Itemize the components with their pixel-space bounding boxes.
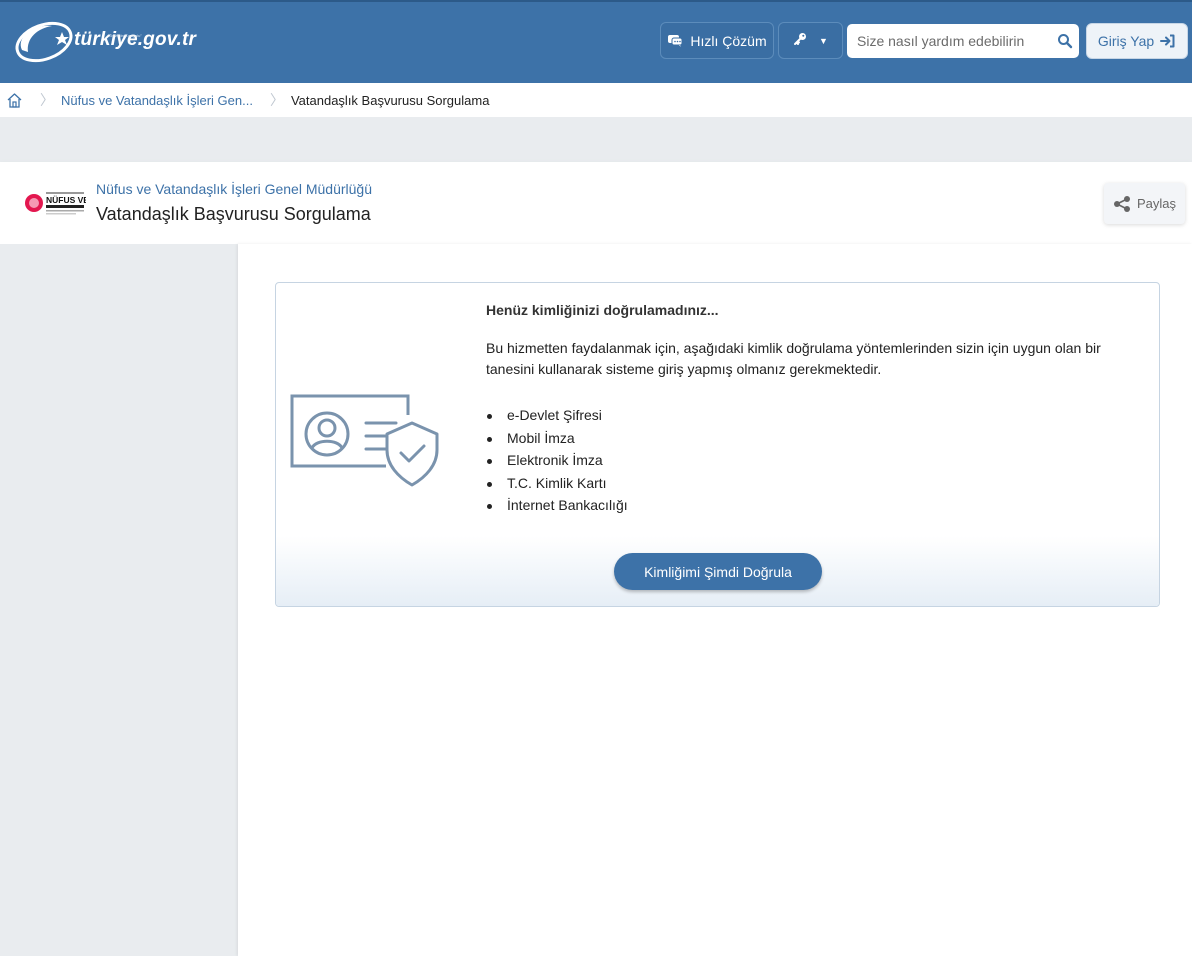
list-item: İnternet Bankacılığı <box>486 494 628 517</box>
login-label: Giriş Yap <box>1097 33 1155 49</box>
search-input[interactable] <box>847 24 1047 58</box>
share-icon <box>1113 195 1131 213</box>
top-header: türkiye.gov.tr "Devletin Kısayolu" Hızlı… <box>0 0 1192 83</box>
left-sidebar <box>0 244 238 956</box>
search-icon[interactable] <box>1057 33 1073 54</box>
auth-methods-list: e-Devlet Şifresi Mobil İmza Elektronik İ… <box>486 404 628 517</box>
auth-required-card: Henüz kimliğinizi doğrulamadınız... Bu h… <box>275 282 1160 607</box>
breadcrumb-separator: 〉 <box>269 92 284 108</box>
accessibility-menu-button[interactable]: ▼ <box>778 22 843 59</box>
list-item: Elektronik İmza <box>486 449 628 472</box>
breadcrumb-separator: 〉 <box>40 92 54 108</box>
page-header <box>0 162 1192 244</box>
breadcrumb-item-current: Vatandaşlık Başvurusu Sorgulama <box>290 92 490 108</box>
quick-solution-button[interactable]: Hızlı Çözüm <box>660 22 774 59</box>
home-icon[interactable] <box>6 92 23 109</box>
search-box <box>847 24 1079 58</box>
share-button[interactable]: Paylaş <box>1104 183 1185 224</box>
crescent-star-icon <box>15 21 73 63</box>
verify-identity-button[interactable]: Kimliğimi Şimdi Doğrula <box>614 553 822 590</box>
sign-in-icon <box>1160 34 1176 48</box>
login-button[interactable]: Giriş Yap <box>1086 23 1188 59</box>
share-label: Paylaş <box>1136 196 1177 211</box>
institution-logo: NÜFUS VE <box>24 189 89 217</box>
identity-card-shield-icon <box>290 393 442 494</box>
auth-warning-heading: Henüz kimliğinizi doğrulamadınız... <box>486 302 719 318</box>
svg-text:NÜFUS VE: NÜFUS VE <box>46 195 86 205</box>
chat-icon <box>667 34 683 48</box>
logo-tagline: "Devletin Kısayolu" <box>108 33 142 38</box>
key-icon <box>793 32 807 49</box>
auth-description: Bu hizmetten faydalanmak için, aşağıdaki… <box>486 340 1101 377</box>
breadcrumb-item-institution[interactable]: Nüfus ve Vatandaşlık İşleri Gen... <box>61 93 253 108</box>
chevron-down-icon: ▼ <box>819 35 828 46</box>
institution-name[interactable]: Nüfus ve Vatandaşlık İşleri Genel Müdürl… <box>96 181 372 197</box>
breadcrumb: 〉 Nüfus ve Vatandaşlık İşleri Gen... 〉 V… <box>0 83 1192 117</box>
page-title: Vatandaşlık Başvurusu Sorgulama <box>96 204 371 224</box>
list-item: Mobil İmza <box>486 427 628 450</box>
turkiye-gov-logo[interactable]: türkiye.gov.tr <box>12 18 196 64</box>
quick-solution-label: Hızlı Çözüm <box>690 32 767 49</box>
list-item: e-Devlet Şifresi <box>486 404 628 427</box>
list-item: T.C. Kimlik Kartı <box>486 472 628 495</box>
